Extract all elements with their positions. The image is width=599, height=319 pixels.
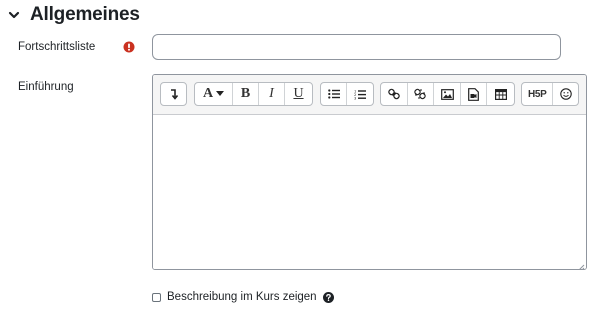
toolbar-group-collapse [160, 82, 187, 106]
toolbar-group-insert [380, 82, 515, 106]
collapse-toolbar-button[interactable] [161, 83, 186, 105]
toolbar-group-format: A B I U [194, 82, 313, 106]
table-button[interactable] [487, 83, 514, 105]
table-icon [494, 88, 507, 100]
unlink-button[interactable] [408, 83, 435, 105]
underline-button[interactable]: U [285, 83, 312, 105]
show-description-row: Beschreibung im Kurs zeigen [152, 289, 334, 305]
image-icon [440, 88, 454, 100]
image-button[interactable] [434, 83, 461, 105]
media-icon [468, 87, 480, 101]
bold-button[interactable]: B [233, 83, 259, 105]
unordered-list-button[interactable] [321, 83, 347, 105]
editor-toolbar: A B I U 123 H5P [153, 75, 586, 115]
name-input[interactable] [152, 34, 561, 60]
text-style-dropdown[interactable]: A [195, 83, 233, 105]
show-description-checkbox[interactable] [152, 292, 161, 302]
link-icon [388, 88, 400, 100]
ordered-list-icon: 123 [354, 89, 366, 100]
unlink-icon [414, 88, 427, 100]
collapse-icon [170, 89, 178, 100]
media-button[interactable] [461, 83, 488, 105]
emoji-button[interactable] [553, 83, 578, 105]
required-icon [123, 40, 135, 53]
resize-grip-icon[interactable] [576, 259, 585, 269]
editor-content-area[interactable] [153, 115, 586, 269]
h5p-button[interactable]: H5P [522, 83, 554, 105]
section-title: Allgemeines [30, 4, 140, 25]
toolbar-group-extra: H5P [521, 82, 579, 106]
emoji-icon [559, 88, 572, 100]
chevron-down-icon[interactable] [6, 7, 22, 23]
italic-button[interactable]: I [259, 83, 285, 105]
intro-editor: A B I U 123 H5P [152, 74, 587, 270]
link-button[interactable] [381, 83, 408, 105]
question-circle-icon[interactable] [322, 291, 334, 303]
ordered-list-button[interactable]: 123 [347, 83, 373, 105]
section-header[interactable]: Allgemeines [6, 3, 140, 27]
toolbar-group-lists: 123 [320, 82, 374, 106]
intro-label: Einführung [18, 81, 74, 93]
text-style-label: A [202, 86, 214, 101]
unordered-list-icon [327, 89, 340, 99]
name-label: Fortschrittsliste [18, 41, 96, 53]
caret-down-icon [216, 91, 225, 96]
show-description-label[interactable]: Beschreibung im Kurs zeigen [167, 291, 317, 303]
svg-text:3: 3 [354, 96, 356, 99]
